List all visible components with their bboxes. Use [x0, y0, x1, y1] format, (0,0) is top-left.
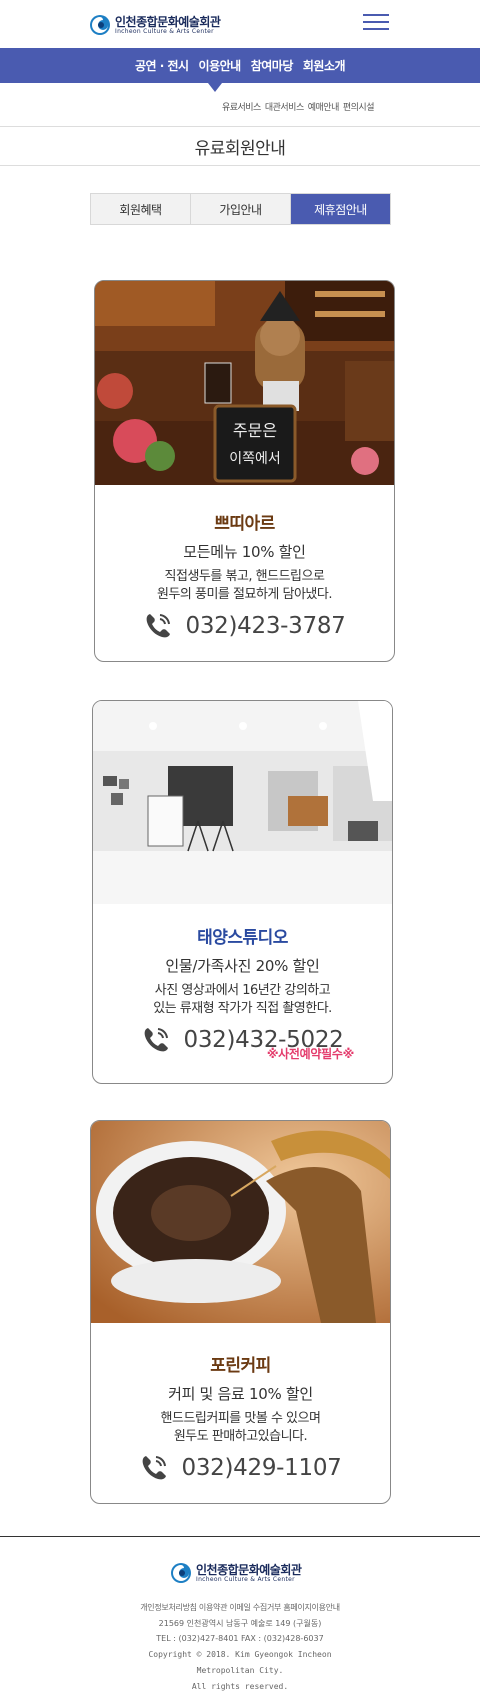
partner-name: 태양스튜디오 [197, 928, 288, 948]
partner-phone[interactable]: 032)423-3787 [95, 611, 394, 641]
page-title-bar: 유료회원안내 [0, 126, 480, 166]
tab-bar: 회원혜택 가입안내 제휴점안내 [90, 193, 391, 225]
phone-icon [145, 1028, 169, 1052]
sub-nav: 유료서비스 대관서비스 예매안내 편의시설 [0, 96, 480, 118]
tab-member-benefits[interactable]: 회원혜택 [91, 194, 191, 224]
footer-logo-subtitle: Incheon Culture & Arts Center [196, 1575, 295, 1583]
partner-description-line: 있는 류재형 작가가 직접 촬영한다. [153, 1001, 332, 1016]
page-title: 유료회원안내 [194, 138, 286, 159]
phone-number: 032)429-1107 [181, 1455, 342, 1481]
footer-logo-name: 인천종합문화예술회관 [196, 1562, 302, 1577]
studio-photo [93, 701, 392, 904]
photo-sign-line-1: 주문은 [233, 421, 277, 440]
partner-name: 쁘띠아르 [214, 514, 275, 534]
subnav-item-paid-service[interactable]: 유료서비스 [222, 100, 261, 113]
partner-description-line: 직접생두를 볶고, 핸드드립으로 [164, 569, 325, 584]
footer-copyright: Copyright © 2018. Kim Gyeongok Incheon [148, 1650, 332, 1659]
partner-description: 사진 영상과에서 16년간 강의하고 있는 류재형 작가가 직접 촬영한다. [93, 982, 392, 1018]
partner-description-line: 사진 영상과에서 16년간 강의하고 [154, 983, 331, 998]
partner-description-line: 핸드드립커피를 맛볼 수 있으며 [160, 1411, 321, 1426]
nav-item-performance[interactable]: 공연 · 전시 [135, 57, 189, 74]
header: 인천종합문화예술회관 Incheon Culture & Arts Center [0, 0, 480, 48]
cafe-photo: 주문은 이쪽에서 [95, 281, 394, 485]
partner-description: 핸드드립커피를 맛볼 수 있으며 원두도 판매하고있습니다. [91, 1410, 390, 1446]
nav-item-members[interactable]: 회원소개 [303, 57, 346, 74]
logo-name: 인천종합문화예술회관 [115, 14, 221, 29]
logo-mark-icon [171, 1563, 191, 1583]
subnav-item-booking-guide[interactable]: 예매안내 [308, 100, 340, 113]
reservation-note: ※사전예약필수※ [266, 1047, 354, 1061]
hamburger-menu-icon[interactable] [363, 14, 389, 34]
tab-join-guide[interactable]: 가입안내 [191, 194, 291, 224]
subnav-item-facilities[interactable]: 편의시설 [343, 100, 375, 113]
footer-tel: TEL : (032)427-8401 FAX : (032)428-6037 [156, 1634, 324, 1643]
partner-phone[interactable]: 032)429-1107 [91, 1453, 390, 1483]
logo-mark-icon [90, 15, 110, 35]
partner-card: 주문은 이쪽에서 쁘띠아르 모든메뉴 10% 할인 직접생두를 볶고, 핸드드립… [94, 280, 395, 662]
partner-info: 쁘띠아르 모든메뉴 10% 할인 직접생두를 볶고, 핸드드립으로 원두의 풍미… [95, 509, 394, 641]
partner-discount: 모든메뉴 10% 할인 [183, 543, 306, 561]
coffee-photo [91, 1121, 390, 1323]
footer-copyright: All rights reserved. [191, 1682, 289, 1691]
partner-discount: 커피 및 음료 10% 할인 [168, 1385, 313, 1403]
photo-sign-line-2: 이쪽에서 [229, 451, 281, 467]
nav-active-indicator [208, 83, 222, 92]
partner-card: 포린커피 커피 및 음료 10% 할인 핸드드립커피를 맛볼 수 있으며 원두도… [90, 1120, 391, 1504]
partner-photo [91, 1121, 390, 1323]
footer-logo[interactable]: 인천종합문화예술회관 Incheon Culture & Arts Center [170, 1562, 302, 1584]
partner-name: 포린커피 [210, 1356, 271, 1376]
partner-photo [93, 701, 392, 904]
partner-description-line: 원두의 풍미를 절묘하게 담아냈다. [157, 587, 332, 602]
logo-subtitle: Incheon Culture & Arts Center [115, 27, 214, 35]
nav-item-participation[interactable]: 참여마당 [251, 57, 294, 74]
partner-card: 태양스튜디오 인물/가족사진 20% 할인 사진 영상과에서 16년간 강의하고… [92, 700, 393, 1084]
main-nav: 공연 · 전시 이용안내 참여마당 회원소개 [0, 48, 480, 83]
partner-discount: 인물/가족사진 20% 할인 [165, 957, 320, 975]
tab-partner-stores[interactable]: 제휴점안내 [291, 194, 390, 224]
partner-info: 태양스튜디오 인물/가족사진 20% 할인 사진 영상과에서 16년간 강의하고… [93, 923, 392, 1055]
footer-copyright: Metropolitan City. [196, 1666, 284, 1675]
logo[interactable]: 인천종합문화예술회관 Incheon Culture & Arts Center [89, 14, 221, 36]
footer-address: 21569 인천광역시 남동구 예술로 149 (구월동) [158, 1619, 322, 1628]
partner-description: 직접생두를 볶고, 핸드드립으로 원두의 풍미를 절묘하게 담아냈다. [95, 568, 394, 604]
footer: 인천종합문화예술회관 Incheon Culture & Arts Center… [0, 1536, 480, 1705]
phone-icon [147, 614, 171, 638]
phone-number: 032)423-3787 [185, 613, 346, 639]
nav-item-usage-guide[interactable]: 이용안내 [199, 57, 242, 74]
partner-info: 포린커피 커피 및 음료 10% 할인 핸드드립커피를 맛볼 수 있으며 원두도… [91, 1351, 390, 1483]
partner-photo: 주문은 이쪽에서 [95, 281, 394, 485]
footer-links[interactable]: 개인정보처리방침 이용약관 이메일 수집거부 홈페이지이용안내 [0, 1602, 480, 1613]
partner-description-line: 원두도 판매하고있습니다. [173, 1429, 308, 1444]
phone-icon [143, 1456, 167, 1480]
subnav-item-rental-service[interactable]: 대관서비스 [265, 100, 304, 113]
